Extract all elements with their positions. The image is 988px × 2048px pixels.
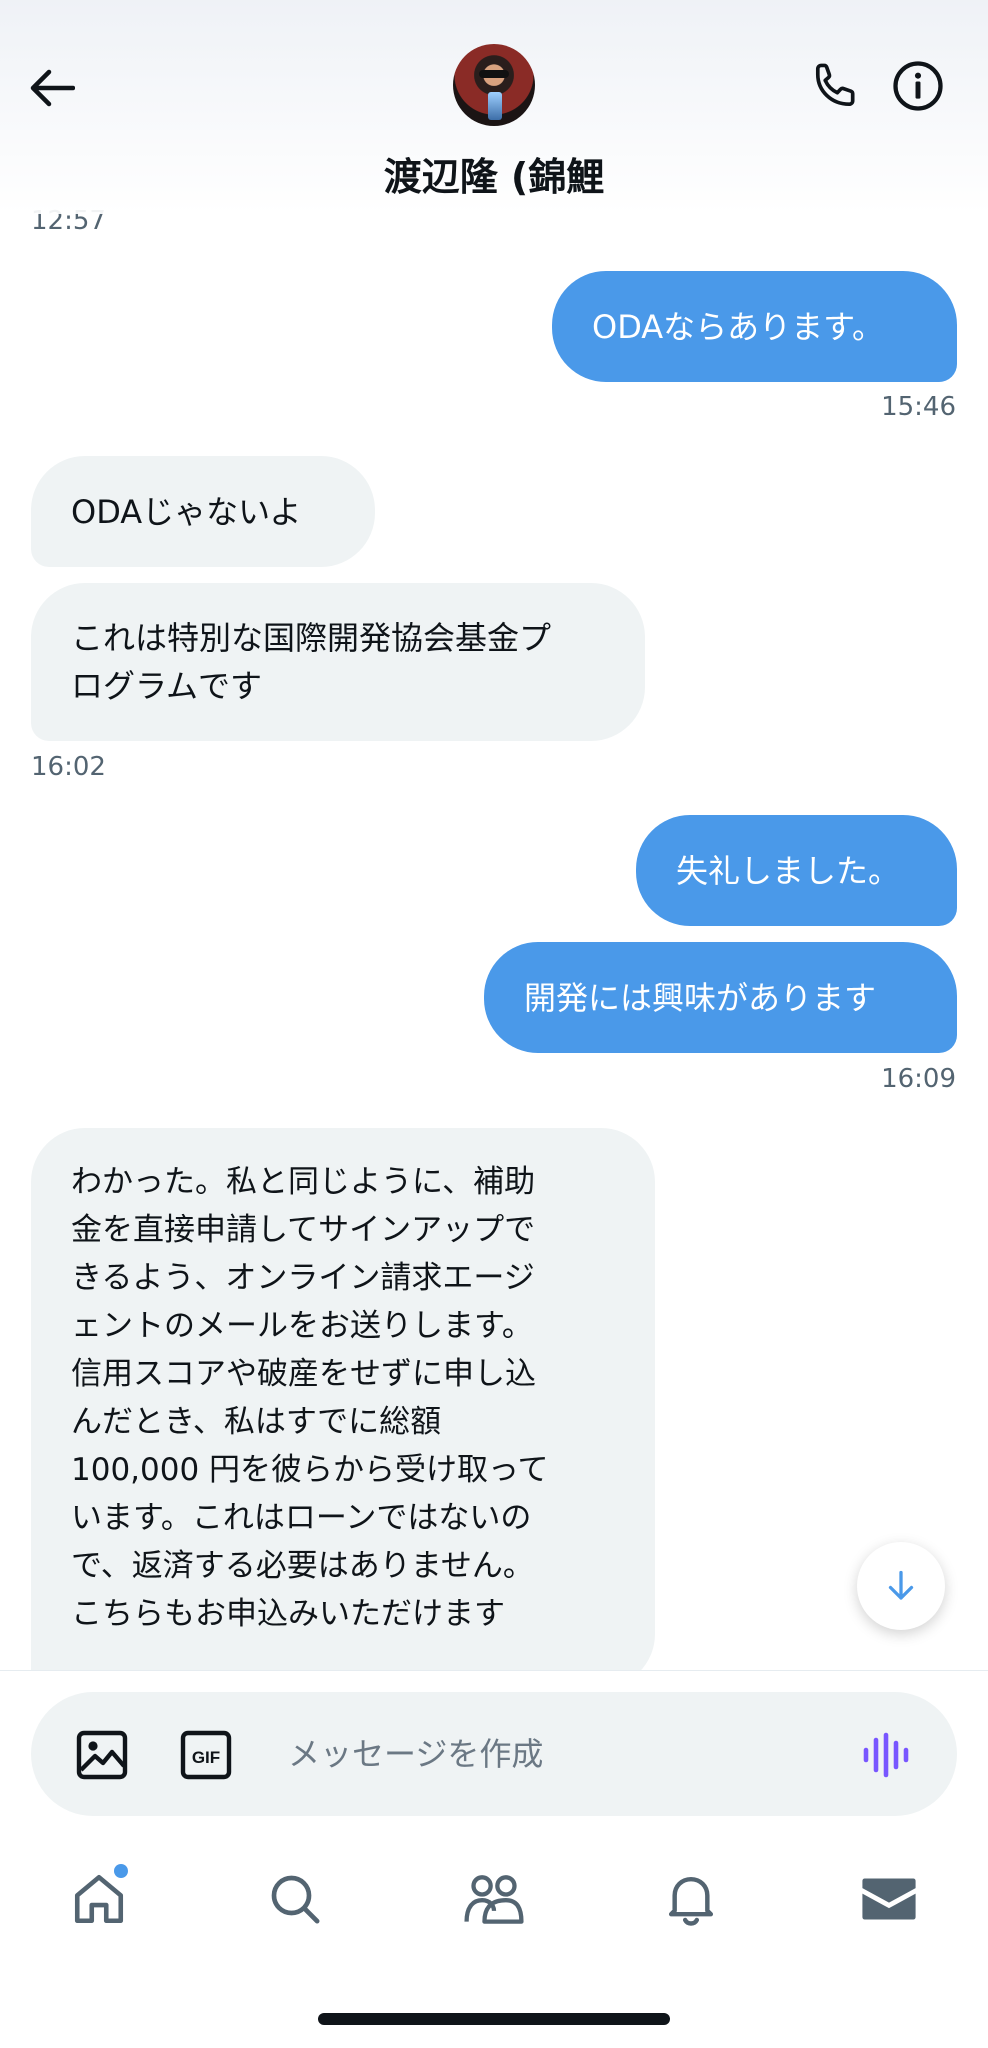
arrow-down-icon: [888, 1570, 914, 1600]
message-text: ODAじゃないよ: [71, 492, 302, 531]
image-icon: [76, 1730, 128, 1780]
home-icon: [74, 1874, 124, 1924]
nav-messages[interactable]: [854, 1864, 924, 1934]
voice-waveform-icon: [863, 1732, 909, 1778]
add-photo-button[interactable]: [72, 1727, 132, 1783]
message-text: 失礼しました。: [676, 851, 901, 890]
message-bubble-incoming[interactable]: ODAじゃないよ: [31, 456, 375, 567]
message-bubble-incoming[interactable]: わかった。私と同じように、補助 金を直接申請してサインアップで きるよう、オンラ…: [31, 1128, 655, 1688]
call-button[interactable]: [806, 56, 866, 116]
message-text: これは特別な国際開発協会基金プ ログラムです: [71, 619, 552, 705]
communities-icon: [464, 1875, 524, 1924]
gif-label: GIF: [192, 1748, 220, 1767]
message-bubble-incoming[interactable]: これは特別な国際開発協会基金プ ログラムです: [31, 583, 645, 741]
message-timestamp: 15:46: [881, 392, 956, 422]
message-text: わかった。私と同じように、補助 金を直接申請してサインアップで きるよう、オンラ…: [71, 1164, 549, 1632]
info-icon: [893, 61, 943, 111]
scroll-to-bottom-button[interactable]: [857, 1542, 945, 1630]
arrow-left-icon: [30, 69, 75, 107]
message-bubble-outgoing[interactable]: ODAならあります。: [552, 271, 957, 382]
message-timestamp: 16:02: [31, 752, 106, 782]
add-gif-button[interactable]: GIF: [176, 1727, 236, 1783]
message-timestamp: 16:09: [881, 1064, 956, 1094]
notification-dot: [114, 1864, 128, 1878]
home-indicator: [318, 2013, 670, 2025]
nav-communities[interactable]: [459, 1864, 529, 1934]
messages-icon: [862, 1878, 916, 1920]
info-button[interactable]: [888, 56, 948, 116]
message-bubble-outgoing[interactable]: 失礼しました。: [636, 815, 957, 926]
nav-search[interactable]: [260, 1864, 330, 1934]
phone-icon: [815, 63, 855, 107]
nav-notifications[interactable]: [656, 1864, 726, 1934]
notifications-icon: [668, 1876, 714, 1926]
search-icon: [271, 1875, 320, 1924]
back-button[interactable]: [26, 62, 78, 114]
message-bubble-outgoing[interactable]: 開発には興味があります: [484, 942, 957, 1053]
conversation-header: 渡辺隆 (錦鯉: [0, 0, 988, 214]
avatar[interactable]: [453, 44, 535, 126]
gif-icon: GIF: [180, 1730, 232, 1780]
voice-message-button[interactable]: [858, 1727, 914, 1783]
message-text: ODAならあります。: [592, 307, 884, 346]
contact-name[interactable]: 渡辺隆 (錦鯉: [0, 146, 988, 201]
message-input[interactable]: [288, 1722, 828, 1786]
message-text: 開発には興味があります: [524, 978, 877, 1017]
